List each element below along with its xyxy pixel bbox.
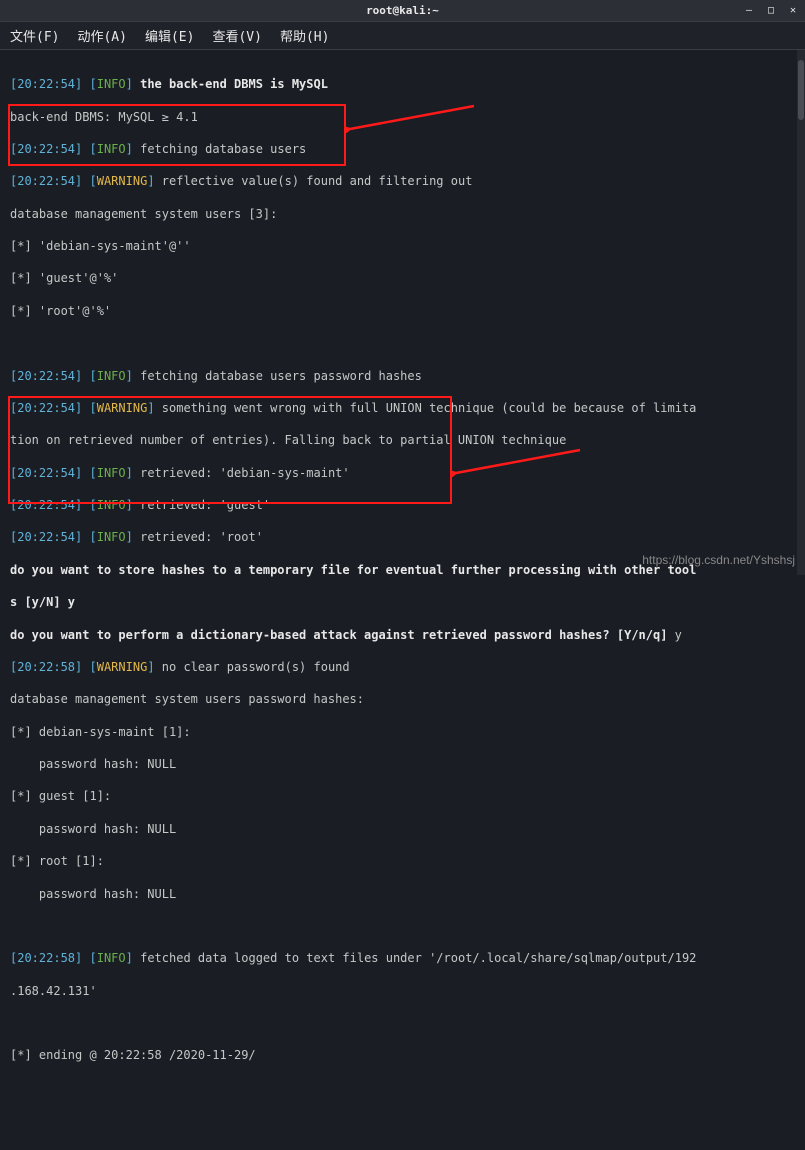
log-line: password hash: NULL: [10, 821, 795, 837]
log-line: [20:22:54] [INFO] fetching database user…: [10, 368, 795, 384]
log-line: [*] root [1]:: [10, 853, 795, 869]
log-line: [20:22:54] [INFO] the back-end DBMS is M…: [10, 76, 795, 92]
menu-view[interactable]: 查看(V): [212, 26, 261, 45]
log-line: [20:22:54] [WARNING] reflective value(s)…: [10, 173, 795, 189]
log-line: [*] guest [1]:: [10, 788, 795, 804]
log-line: [*] 'debian-sys-maint'@'': [10, 238, 795, 254]
log-line: [20:22:58] [WARNING] no clear password(s…: [10, 659, 795, 675]
maximize-icon[interactable]: □: [763, 2, 779, 18]
menu-help[interactable]: 帮助(H): [280, 26, 329, 45]
log-line: password hash: NULL: [10, 886, 795, 902]
window-controls: – □ ✕: [741, 2, 801, 18]
log-line: [*] 'root'@'%': [10, 303, 795, 319]
log-line: [20:22:54] [INFO] retrieved: 'root': [10, 529, 795, 545]
window-titlebar: root@kali:~ – □ ✕: [0, 0, 805, 22]
log-line: back-end DBMS: MySQL ≥ 4.1: [10, 109, 795, 125]
log-line: tion on retrieved number of entries). Fa…: [10, 432, 795, 448]
log-line: [20:22:54] [WARNING] something went wron…: [10, 400, 795, 416]
menu-action[interactable]: 动作(A): [77, 26, 126, 45]
blank-line: [10, 918, 795, 934]
log-line: [20:22:54] [INFO] retrieved: 'debian-sys…: [10, 465, 795, 481]
log-line: password hash: NULL: [10, 756, 795, 772]
log-line: [20:22:54] [INFO] fetching database user…: [10, 141, 795, 157]
terminal-scrollbar[interactable]: [797, 50, 805, 575]
log-line: [*] 'guest'@'%': [10, 270, 795, 286]
log-line: database management system users [3]:: [10, 206, 795, 222]
watermark-text: https://blog.csdn.net/Yshshsj: [642, 553, 795, 567]
log-line: .168.42.131': [10, 983, 795, 999]
menu-file[interactable]: 文件(F): [10, 26, 59, 45]
prompt-line: do you want to perform a dictionary-base…: [10, 627, 795, 643]
log-line: [*] ending @ 20:22:58 /2020-11-29/: [10, 1047, 795, 1063]
window-title: root@kali:~: [366, 4, 439, 17]
menu-edit[interactable]: 编辑(E): [145, 26, 194, 45]
log-line: [20:22:58] [INFO] fetched data logged to…: [10, 950, 795, 966]
blank-line: [10, 1015, 795, 1031]
close-icon[interactable]: ✕: [785, 2, 801, 18]
log-line: [20:22:54] [INFO] retrieved: 'guest': [10, 497, 795, 513]
blank-line: [10, 335, 795, 351]
terminal-output[interactable]: [20:22:54] [INFO] the back-end DBMS is M…: [0, 50, 805, 575]
log-line: [*] debian-sys-maint [1]:: [10, 724, 795, 740]
scrollbar-thumb[interactable]: [798, 60, 804, 120]
minimize-icon[interactable]: –: [741, 2, 757, 18]
prompt-line: s [y/N] y: [10, 594, 795, 610]
menu-bar: 文件(F) 动作(A) 编辑(E) 查看(V) 帮助(H): [0, 22, 805, 50]
log-line: database management system users passwor…: [10, 691, 795, 707]
